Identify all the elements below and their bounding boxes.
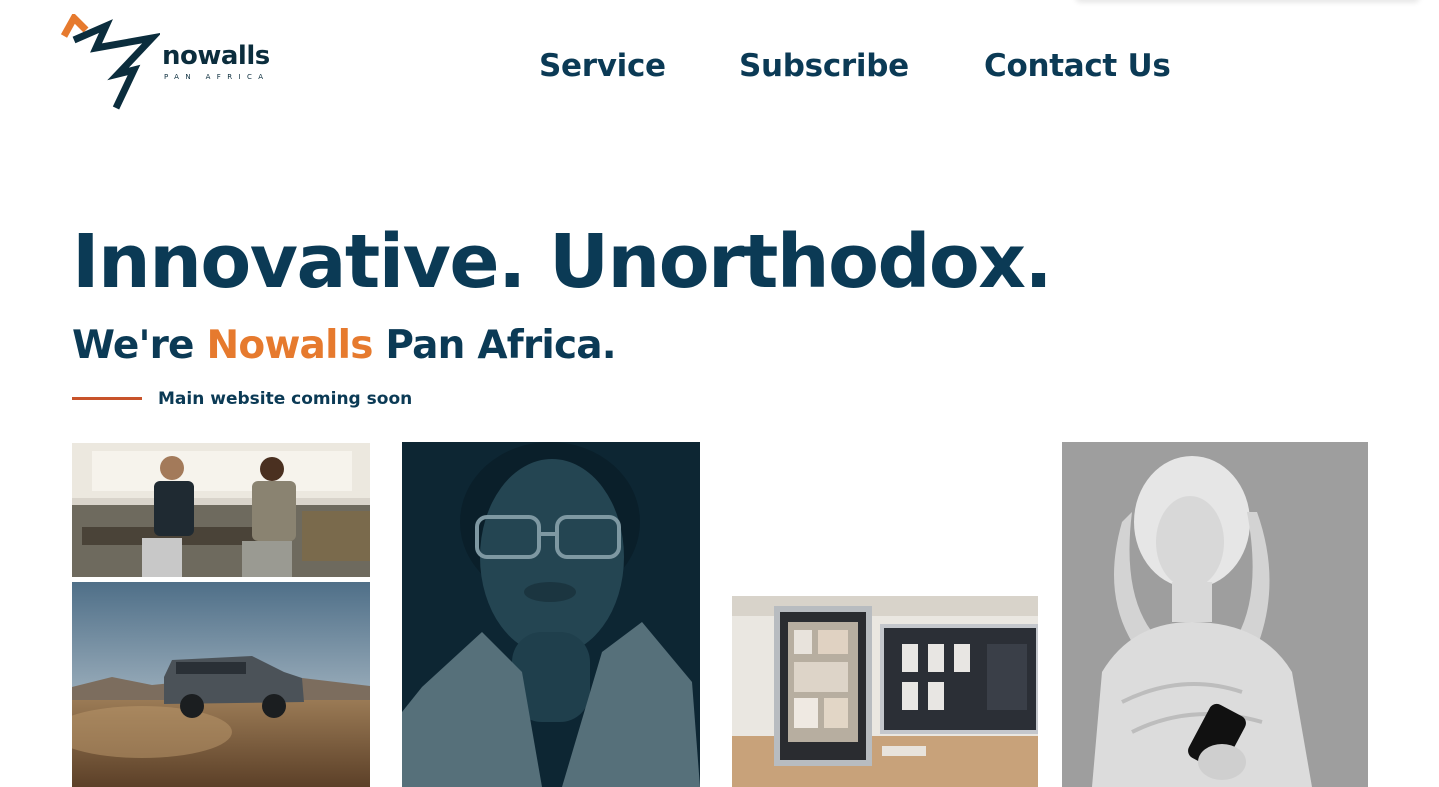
nav-link-subscribe[interactable]: Subscribe: [739, 44, 909, 88]
nav-link-contact-us[interactable]: Contact Us: [984, 44, 1171, 88]
site-logo[interactable]: nowalls PAN AFRICA: [60, 14, 280, 114]
logo-zigzag-icon: [60, 14, 160, 110]
statue-with-phone-photo: [1062, 442, 1368, 787]
page: nowalls PAN AFRICA Service Subscribe Con…: [0, 0, 1439, 787]
logo-wordmark: nowalls: [162, 41, 270, 71]
hero-title: Innovative. Unorthodox.: [72, 219, 1053, 305]
hero-subtitle-prefix: We're: [72, 323, 195, 368]
suv-desert-photo: [72, 582, 370, 787]
hero-subtitle-brand: Nowalls: [206, 323, 373, 368]
meeting-photo: [72, 443, 370, 577]
logo-subline: PAN AFRICA: [164, 73, 270, 81]
tagline-divider: [72, 397, 142, 400]
tagline: Main website coming soon: [158, 389, 413, 409]
woman-glasses-portrait-photo: [402, 442, 700, 787]
hero-subtitle-suffix: Pan Africa.: [385, 323, 616, 368]
desk-monitors-photo: [732, 596, 1038, 787]
hero-subtitle: We're Nowalls Pan Africa.: [72, 320, 617, 372]
nav-link-service[interactable]: Service: [539, 44, 666, 88]
